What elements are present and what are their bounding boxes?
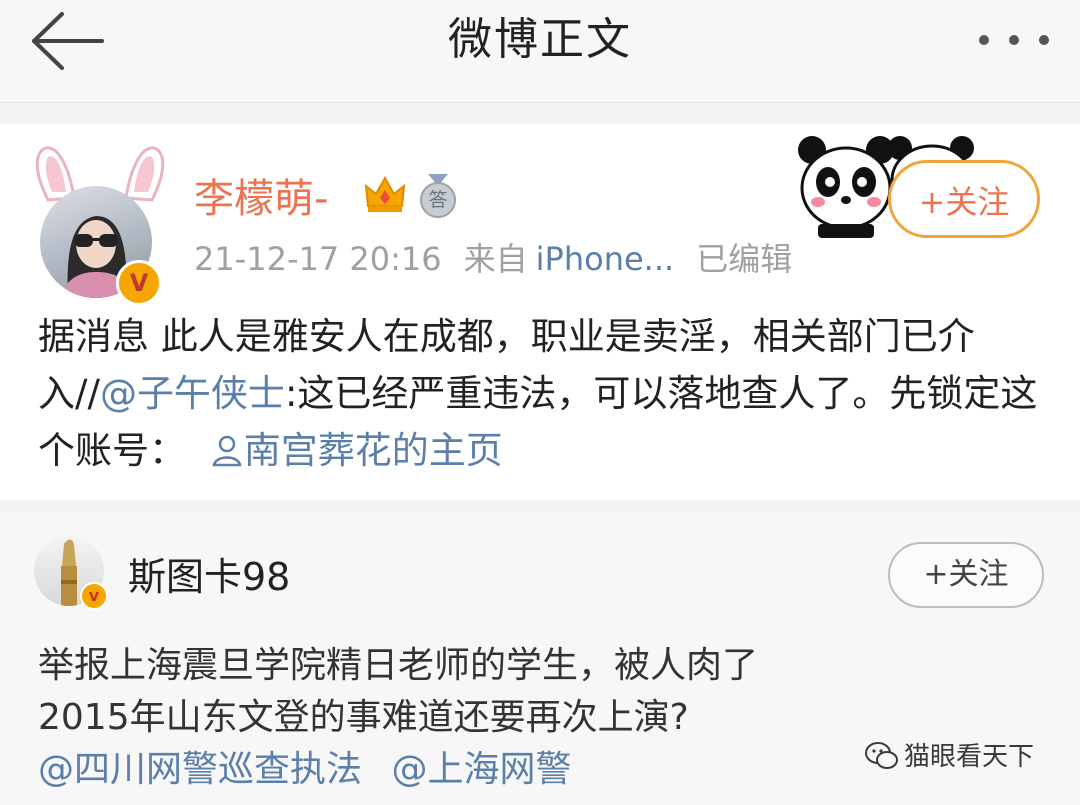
- repost-line1: 举报上海震旦学院精日老师的学生，被人肉了: [38, 645, 759, 686]
- edited-label: 已编辑: [696, 240, 793, 278]
- repost-body: 举报上海震旦学院精日老师的学生，被人肉了 2015年山东文登的事难道还要再次上演…: [38, 640, 1048, 796]
- person-icon: [212, 435, 242, 467]
- medal-char: 答: [428, 189, 448, 211]
- top-nav-bar: 微博正文: [0, 0, 1080, 103]
- mention-link[interactable]: @子午侠士: [100, 372, 285, 415]
- wechat-icon: [865, 742, 898, 769]
- medal-icon: 答: [418, 174, 458, 218]
- post-time: 21-12-17 20:16: [194, 240, 442, 278]
- weibo-post-card: V 李檬萌- 答 21-12-17 20:16 来自iPhone... 已编辑: [0, 124, 1080, 500]
- source-prefix: 来自: [463, 240, 528, 278]
- watermark-text: 猫眼看天下: [904, 742, 1035, 772]
- author-avatar[interactable]: V: [30, 142, 170, 306]
- repost-author-name[interactable]: 斯图卡98: [128, 552, 290, 602]
- page-title: 微博正文: [448, 14, 632, 65]
- more-button[interactable]: [972, 20, 1056, 60]
- follow-button[interactable]: +关注: [888, 160, 1040, 238]
- profile-link-label: 南宫葬花的主页: [243, 429, 503, 472]
- post-meta: 21-12-17 20:16 来自 iPhone... 已编辑: [194, 236, 814, 282]
- repost-line2: 2015年山东文登的事难道还要再次上演?: [38, 697, 689, 738]
- repost-follow-button[interactable]: +关注: [888, 542, 1044, 608]
- post-body: 据消息 此人是雅安人在成都，职业是卖淫，相关部门已介入//@子午侠士:这已经严重…: [38, 308, 1048, 479]
- post-source[interactable]: iPhone...: [536, 240, 675, 278]
- mention-shanghai-police[interactable]: @上海网警: [391, 749, 571, 790]
- profile-link[interactable]: 南宫葬花的主页: [210, 429, 503, 472]
- verified-badge: V: [116, 260, 162, 306]
- more-dots-icon: [979, 35, 1049, 45]
- crown-icon: [364, 175, 406, 212]
- repost-verified-badge: v: [80, 582, 108, 610]
- mention-sichuan-police[interactable]: @四川网警巡查执法: [38, 749, 362, 790]
- repost-author-avatar[interactable]: v: [34, 536, 114, 616]
- author-name[interactable]: 李檬萌-: [194, 172, 328, 226]
